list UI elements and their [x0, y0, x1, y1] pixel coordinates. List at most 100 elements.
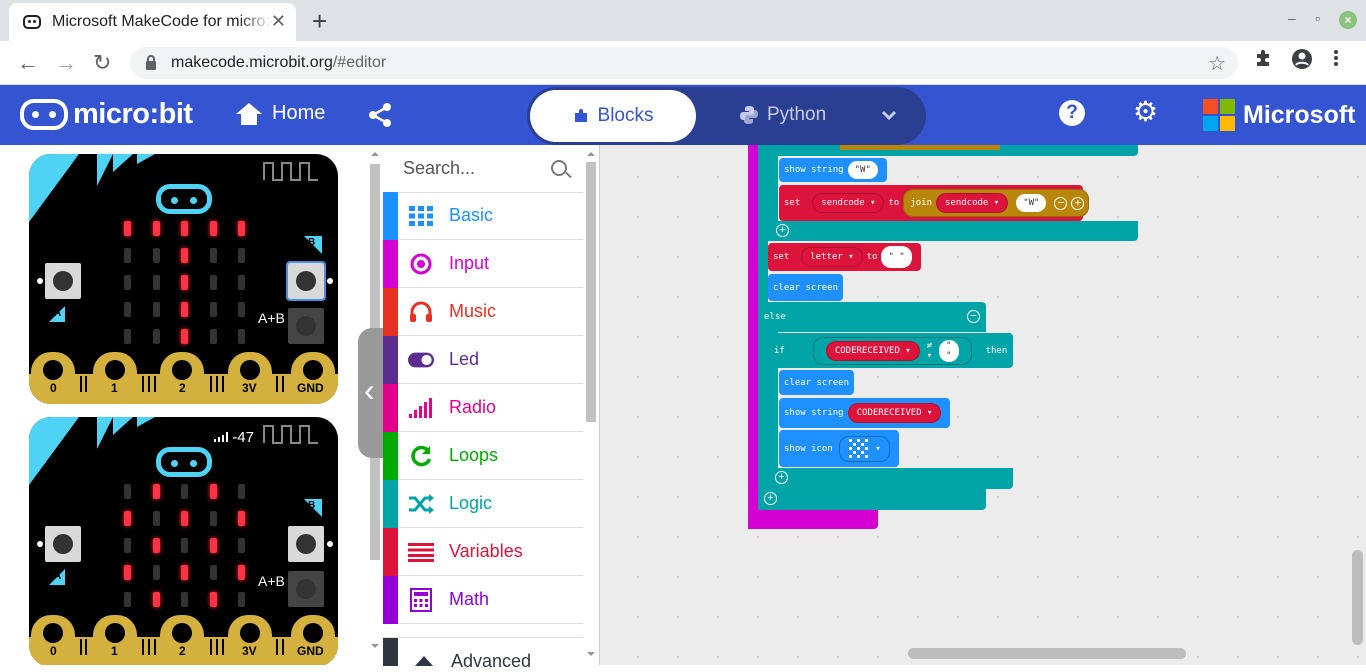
search-icon[interactable]: [551, 160, 567, 176]
add-else-if-icon[interactable]: +: [764, 492, 777, 505]
search-placeholder: Search...: [403, 158, 476, 178]
remove-input-icon[interactable]: −: [1054, 196, 1068, 210]
shuffle-icon: [408, 493, 434, 515]
variable-dropdown[interactable]: CODERECEIVED ▾: [825, 340, 920, 361]
led-pixel: [209, 592, 217, 607]
join-block[interactable]: join sendcode ▾ "W" − +: [903, 189, 1090, 217]
category-radio[interactable]: Radio: [383, 383, 583, 432]
microbit-board-1[interactable]: A B A+B 0 1 2 3V GND: [29, 154, 338, 404]
string-field[interactable]: "W": [847, 161, 878, 179]
category-music[interactable]: Music: [383, 287, 583, 336]
gear-icon[interactable]: ⚙: [1133, 98, 1158, 126]
microsoft-logo[interactable]: Microsoft: [1203, 99, 1356, 131]
led-pixel: [181, 329, 188, 344]
microsoft-grid-icon: [1203, 99, 1235, 131]
else-header[interactable]: else −: [758, 302, 986, 332]
category-color-bar: [383, 479, 398, 528]
led-pixel: [181, 302, 188, 317]
variable-dropdown[interactable]: sendcode ▾: [812, 193, 885, 213]
clear-screen-block[interactable]: clear screen: [768, 274, 844, 301]
collapse-simulator-button[interactable]: [358, 328, 386, 458]
category-advanced[interactable]: Advanced: [383, 637, 583, 671]
blocks-mode-button[interactable]: Blocks: [530, 90, 696, 142]
variable-dropdown[interactable]: CODERECEIVED ▾: [847, 403, 942, 423]
category-variables[interactable]: Variables: [383, 527, 583, 576]
compare-block[interactable]: CODERECEIVED ▾ ≠ ▾ " ": [812, 336, 972, 365]
new-tab-button[interactable]: +: [312, 6, 327, 37]
back-arrow-icon[interactable]: ←: [17, 50, 39, 76]
workspace-horizontal-scrollbar[interactable]: [908, 648, 1186, 659]
string-field[interactable]: " ": [881, 246, 912, 268]
help-icon[interactable]: ?: [1059, 100, 1085, 126]
browser-tab[interactable]: Microsoft MakeCode for micro:bit ✕: [9, 3, 296, 41]
microbit-board-2[interactable]: -47 A B A+B 0 1 2 3V GND: [29, 417, 338, 665]
bookmark-star-icon[interactable]: ☆: [1208, 51, 1226, 76]
nested-if-header[interactable]: if CODERECEIVED ▾ ≠ ▾ " " then: [768, 333, 1013, 368]
set-letter-block[interactable]: set letter ▾ to " ": [768, 243, 921, 271]
forward-arrow-icon[interactable]: →: [55, 50, 77, 76]
operator-dropdown[interactable]: ≠ ▾: [927, 341, 932, 361]
add-else-icon[interactable]: +: [776, 224, 789, 237]
toolbox-search-input[interactable]: Search...: [383, 145, 583, 193]
category-led[interactable]: Led: [383, 335, 583, 384]
profile-avatar-icon[interactable]: [1291, 48, 1313, 76]
button-b[interactable]: [288, 526, 324, 562]
category-input[interactable]: Input: [383, 239, 583, 288]
address-bar[interactable]: makecode.microbit.org/#editor ☆: [130, 47, 1238, 79]
window-close-button[interactable]: ×: [1339, 11, 1357, 29]
python-mode-button[interactable]: Python: [739, 104, 826, 126]
pin-label: 1: [111, 644, 118, 658]
category-basic[interactable]: Basic: [383, 191, 583, 240]
toolbox-scrollbar[interactable]: [586, 150, 596, 658]
logo-text: micro:bit: [73, 98, 193, 130]
makecode-header: micro:bit Home Blocks Python ? ⚙ Microso…: [0, 85, 1366, 145]
variable-dropdown[interactable]: letter ▾: [801, 247, 863, 267]
button-ab[interactable]: [288, 571, 324, 607]
show-string-block[interactable]: show string CODERECEIVED ▾: [779, 398, 951, 428]
maximize-button[interactable]: ▫: [1315, 10, 1320, 26]
minimize-button[interactable]: –: [1288, 10, 1296, 26]
grid-icon: [408, 205, 434, 227]
clear-screen-block[interactable]: clear screen: [779, 370, 855, 395]
home-button[interactable]: Home: [236, 102, 325, 125]
button-a[interactable]: [45, 263, 81, 299]
share-icon[interactable]: [368, 102, 392, 128]
led-pixel: [238, 592, 245, 607]
category-math[interactable]: Math: [383, 575, 583, 624]
show-string-block[interactable]: show string "W": [779, 158, 887, 182]
variable-dropdown[interactable]: sendcode ▾: [936, 193, 1009, 213]
home-label: Home: [272, 102, 326, 124]
category-loops[interactable]: Loops: [383, 431, 583, 480]
add-else-icon[interactable]: +: [775, 471, 788, 484]
string-field[interactable]: "W": [1016, 194, 1047, 212]
tab-close-icon[interactable]: ✕: [271, 11, 286, 32]
led-pixel: [152, 275, 160, 290]
toolbox: Search... Basic Input Music Led Radio Loops Lo…: [383, 145, 600, 671]
add-input-icon[interactable]: +: [1071, 196, 1085, 210]
remove-else-icon[interactable]: −: [967, 310, 980, 323]
microsoft-label: Microsoft: [1243, 100, 1356, 129]
button-a[interactable]: [45, 526, 81, 562]
loop-block-footer[interactable]: [748, 509, 878, 529]
chevron-down-icon[interactable]: [879, 105, 899, 125]
led-pixel: [238, 538, 245, 553]
led-pixel: [152, 538, 160, 553]
microbit-logo[interactable]: micro:bit: [20, 98, 193, 131]
signal-bars-icon: [408, 397, 434, 419]
nested-if-footer[interactable]: +: [768, 468, 1013, 489]
browser-menu-icon[interactable]: [1333, 48, 1339, 74]
inner-if-footer[interactable]: +: [768, 221, 1138, 241]
blocks-workspace[interactable]: show string "W" set sendcode ▾ to join s…: [600, 145, 1366, 665]
set-sendcode-block[interactable]: set sendcode ▾ to join sendcode ▾ "W" − …: [779, 185, 1090, 221]
workspace-vertical-scrollbar[interactable]: [1352, 550, 1363, 645]
if-block-footer[interactable]: +: [758, 489, 986, 510]
category-logic[interactable]: Logic: [383, 479, 583, 528]
category-color-bar: [383, 191, 398, 240]
button-b[interactable]: [286, 261, 326, 301]
show-icon-block[interactable]: show icon ▾: [779, 430, 899, 467]
button-ab[interactable]: [288, 308, 324, 344]
reload-icon[interactable]: ↻: [93, 50, 111, 76]
extensions-puzzle-icon[interactable]: [1253, 48, 1273, 74]
icon-dropdown[interactable]: ▾: [838, 435, 890, 462]
string-field[interactable]: " ": [939, 339, 959, 362]
